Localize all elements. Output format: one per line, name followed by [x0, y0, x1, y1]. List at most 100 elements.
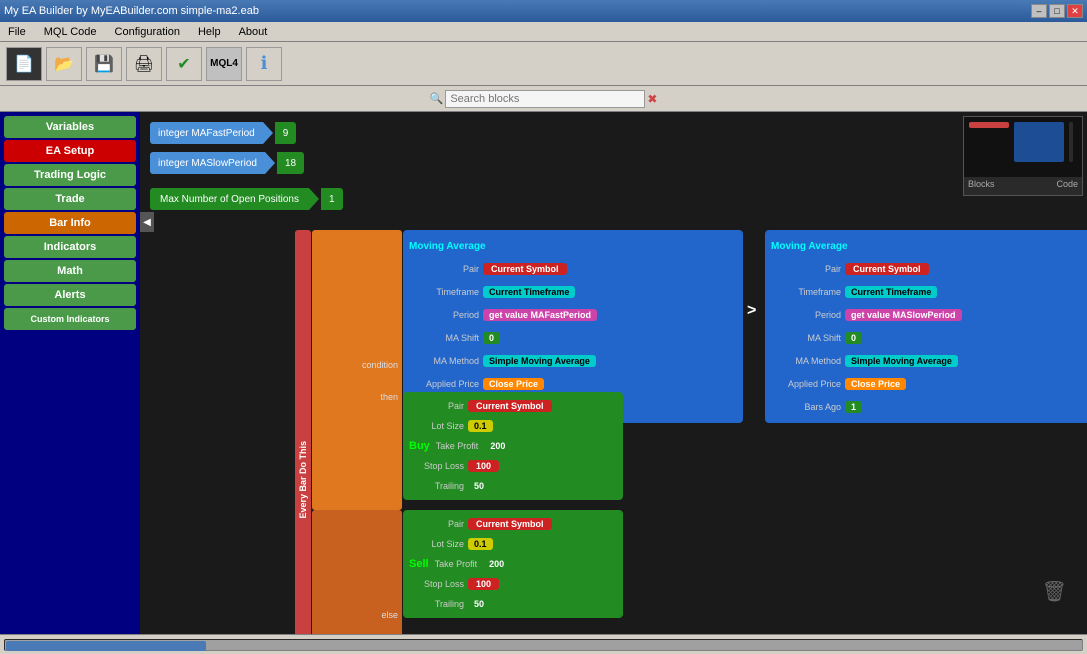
else-block: else	[312, 510, 402, 634]
menu-configuration[interactable]: Configuration	[111, 26, 184, 38]
trash-icon[interactable]: 🗑	[1042, 579, 1067, 604]
ma2-period-value[interactable]: get value MASlowPeriod	[845, 309, 962, 321]
search-input[interactable]	[445, 90, 645, 108]
sidebar-item-math[interactable]: Math	[4, 260, 136, 282]
var-type-label2: integer MASlowPeriod	[150, 152, 265, 174]
open-button[interactable]: 📂	[46, 47, 82, 81]
mql4-button[interactable]: MQL4	[206, 47, 242, 81]
var-arrow2	[265, 152, 275, 174]
ma1-shift-value[interactable]: 0	[483, 332, 500, 344]
else-text: else	[381, 610, 398, 620]
ma2-shift-row: MA Shift 0	[771, 327, 1087, 349]
searchbar: 🔍 ✖	[0, 86, 1087, 112]
collapse-button[interactable]: ◀	[140, 212, 154, 232]
titlebar: My EA Builder by MyEABuilder.com simple-…	[0, 0, 1087, 22]
menu-about[interactable]: About	[235, 26, 272, 38]
toolbar: 📄 📂 💾 🖨 ✔ MQL4 ℹ	[0, 42, 1087, 86]
minimap-preview	[964, 117, 1082, 177]
sell-trailing-value[interactable]: 50	[468, 598, 490, 610]
save-button[interactable]: 💾	[86, 47, 122, 81]
titlebar-controls: – □ ✕	[1031, 4, 1083, 18]
var-value2[interactable]: 18	[277, 152, 304, 174]
minimap-footer: Blocks Code	[964, 177, 1082, 191]
ma2-block: Moving Average Pair Current Symbol Timef…	[765, 230, 1087, 423]
buy-stoploss-value[interactable]: 100	[468, 460, 499, 472]
sell-lotsize-value[interactable]: 0.1	[468, 538, 493, 550]
sell-pair-row: Pair Current Symbol	[409, 514, 617, 534]
every-bar-container: Every Bar Do This	[295, 230, 311, 634]
buy-pair-row: Pair Current Symbol	[409, 396, 617, 416]
search-clear-icon[interactable]: ✖	[647, 92, 657, 106]
ma2-pair-row: Pair Current Symbol	[771, 258, 1087, 280]
minimap: Blocks Code	[963, 116, 1083, 196]
search-icon: 🔍	[430, 92, 444, 105]
menu-mqlcode[interactable]: MQL Code	[40, 26, 101, 38]
ma1-shift-row: MA Shift 0	[409, 327, 737, 349]
scrollbar-track[interactable]	[4, 639, 1083, 651]
sidebar-item-alerts[interactable]: Alerts	[4, 284, 136, 306]
ma2-title-row: Moving Average	[771, 235, 1087, 257]
sell-title-row: Sell Take Profit 200	[409, 554, 617, 574]
ma2-appliedprice-value[interactable]: Close Price	[845, 378, 906, 390]
minimize-button[interactable]: –	[1031, 4, 1047, 18]
ma1-timeframe-value[interactable]: Current Timeframe	[483, 286, 575, 298]
ma1-title: Moving Average	[409, 241, 486, 252]
menu-file[interactable]: File	[4, 26, 30, 38]
sell-stoploss-row: Stop Loss 100	[409, 574, 617, 594]
sidebar-item-barinfo[interactable]: Bar Info	[4, 212, 136, 234]
sidebar-item-indicators[interactable]: Indicators	[4, 236, 136, 258]
sidebar-item-tradinglogic[interactable]: Trading Logic	[4, 164, 136, 186]
sell-label: Sell	[409, 558, 429, 570]
buy-block: Pair Current Symbol Lot Size 0.1 Buy Tak…	[403, 392, 623, 500]
ma1-method-row: MA Method Simple Moving Average	[409, 350, 737, 372]
menubar: File MQL Code Configuration Help About	[0, 22, 1087, 42]
max-positions-label: Max Number of Open Positions	[150, 188, 309, 210]
canvas[interactable]: integer MAFastPeriod 9 integer MASlowPer…	[140, 112, 1087, 634]
condition-text: condition	[362, 360, 398, 370]
var-value[interactable]: 9	[275, 122, 297, 144]
sidebar-item-customindicators[interactable]: Custom Indicators	[4, 308, 136, 330]
buy-lotsize-value[interactable]: 0.1	[468, 420, 493, 432]
window-title: My EA Builder by MyEABuilder.com simple-…	[4, 5, 259, 17]
buy-pair-value[interactable]: Current Symbol	[468, 400, 552, 412]
ma2-timeframe-row: Timeframe Current Timeframe	[771, 281, 1087, 303]
ma1-method-value[interactable]: Simple Moving Average	[483, 355, 596, 367]
sell-takeprofit-value[interactable]: 200	[483, 558, 510, 570]
ma2-barsago-value[interactable]: 1	[845, 401, 862, 413]
sell-block: Pair Current Symbol Lot Size 0.1 Sell Ta…	[403, 510, 623, 618]
sidebar-item-variables[interactable]: Variables	[4, 116, 136, 138]
sidebar-item-easetup[interactable]: EA Setup	[4, 140, 136, 162]
ma2-pair-value[interactable]: Current Symbol	[845, 263, 929, 275]
ma2-period-row: Period get value MASlowPeriod	[771, 304, 1087, 326]
print-button[interactable]: 🖨	[126, 47, 162, 81]
sidebar-item-trade[interactable]: Trade	[4, 188, 136, 210]
about-button[interactable]: ℹ	[246, 47, 282, 81]
ma1-appliedprice-value[interactable]: Close Price	[483, 378, 544, 390]
ma1-pair-value[interactable]: Current Symbol	[483, 263, 567, 275]
gt-symbol: >	[747, 302, 756, 320]
maximize-button[interactable]: □	[1049, 4, 1065, 18]
ma1-title-row: Moving Average	[409, 235, 737, 257]
buy-trailing-value[interactable]: 50	[468, 480, 490, 492]
buy-title-row: Buy Take Profit 200	[409, 436, 617, 456]
menu-help[interactable]: Help	[194, 26, 225, 38]
ma2-method-value[interactable]: Simple Moving Average	[845, 355, 958, 367]
every-bar-label: Every Bar Do This	[298, 441, 308, 519]
variable-mafastperiod: integer MAFastPeriod 9	[150, 122, 296, 144]
ma2-timeframe-value[interactable]: Current Timeframe	[845, 286, 937, 298]
scrollbar-thumb[interactable]	[6, 641, 206, 651]
max-positions-block: Max Number of Open Positions 1	[150, 188, 343, 210]
validate-button[interactable]: ✔	[166, 47, 202, 81]
ma2-shift-value[interactable]: 0	[845, 332, 862, 344]
buy-label: Buy	[409, 440, 430, 452]
ma1-period-value[interactable]: get value MAFastPeriod	[483, 309, 597, 321]
buy-takeprofit-value[interactable]: 200	[484, 440, 511, 452]
new-button[interactable]: 📄	[6, 47, 42, 81]
ma2-title: Moving Average	[771, 241, 848, 252]
close-button[interactable]: ✕	[1067, 4, 1083, 18]
max-positions-value[interactable]: 1	[321, 188, 343, 210]
sidebar: Variables EA Setup Trading Logic Trade B…	[0, 112, 140, 634]
buy-stoploss-row: Stop Loss 100	[409, 456, 617, 476]
sell-stoploss-value[interactable]: 100	[468, 578, 499, 590]
sell-pair-value[interactable]: Current Symbol	[468, 518, 552, 530]
